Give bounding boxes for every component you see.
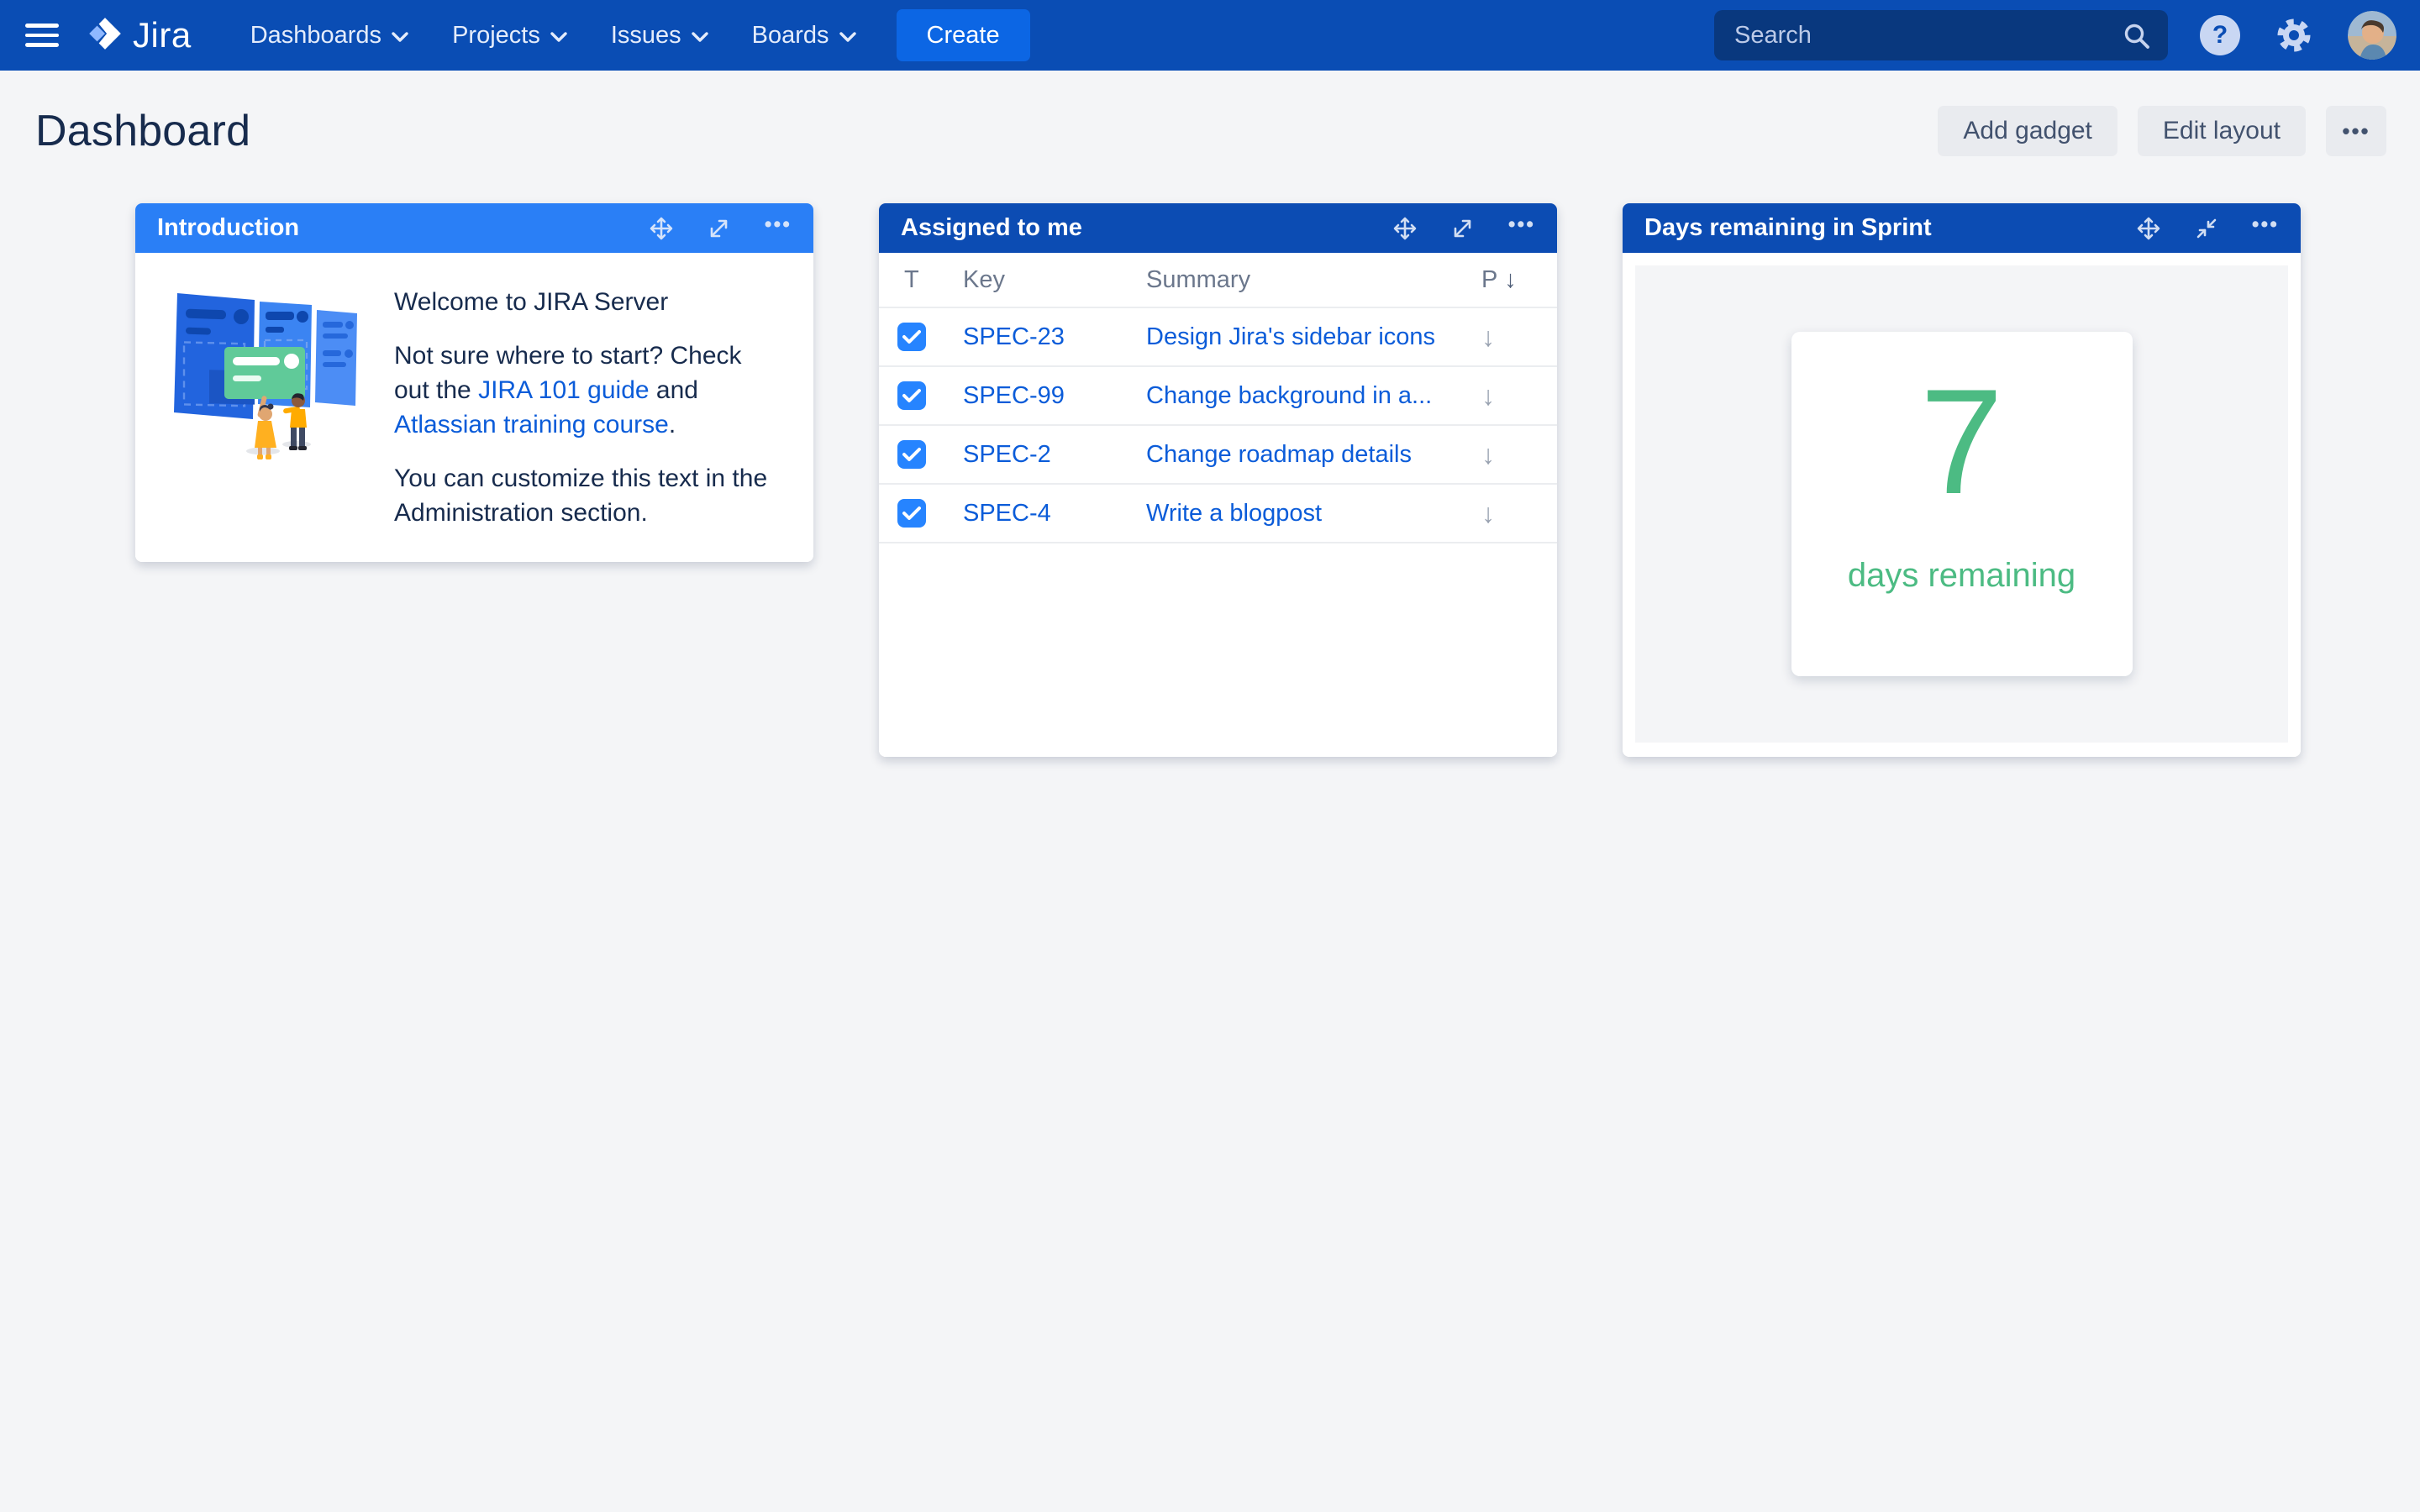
- column-type[interactable]: T: [879, 266, 963, 294]
- gadget-menu-icon[interactable]: •••: [2252, 214, 2279, 239]
- table-row: SPEC-23 Design Jira's sidebar icons ↓: [879, 308, 1557, 367]
- issue-summary-link[interactable]: Write a blogpost: [1146, 500, 1481, 528]
- page-title: Dashboard: [35, 107, 251, 155]
- gadget-days-remaining: Days remaining in Sprint ••• 7 days rema…: [1623, 203, 2301, 757]
- priority-low-icon: ↓: [1481, 438, 1495, 470]
- add-gadget-button[interactable]: Add gadget: [1938, 106, 2118, 156]
- table-row: SPEC-4 Write a blogpost ↓: [879, 485, 1557, 543]
- page-header: Dashboard Add gadget Edit layout •••: [0, 71, 2420, 156]
- move-gadget-icon[interactable]: [2136, 216, 2161, 241]
- chevron-down-icon: [392, 31, 408, 42]
- table-header-row: T Key Summary P ↓: [879, 253, 1557, 308]
- jira-brand[interactable]: Jira: [86, 14, 192, 57]
- chevron-down-icon: [550, 31, 567, 42]
- main-menu: Dashboards Projects Issues Boards: [229, 0, 878, 71]
- gadget-introduction-body: Welcome to JIRA Server Not sure where to…: [135, 253, 813, 562]
- column-summary[interactable]: Summary: [1146, 266, 1481, 294]
- gadget-title: Days remaining in Sprint: [1644, 214, 1932, 241]
- expand-gadget-icon[interactable]: [1451, 217, 1475, 240]
- sort-descending-icon: ↓: [1504, 265, 1517, 293]
- top-navbar: Jira Dashboards Projects Issues Boards C…: [0, 0, 2420, 71]
- issue-checkbox[interactable]: [897, 323, 926, 351]
- gadget-introduction-header: Introduction •••: [135, 203, 813, 253]
- settings-button[interactable]: [2272, 13, 2316, 57]
- issue-checkbox[interactable]: [897, 499, 926, 528]
- introduction-text: Welcome to JIRA Server Not sure where to…: [394, 280, 783, 530]
- gadget-sprint-body: 7 days remaining: [1623, 253, 2301, 757]
- avatar-image: [2348, 11, 2396, 60]
- jira-101-guide-link[interactable]: JIRA 101 guide: [478, 376, 649, 404]
- table-row: SPEC-99 Change background in a... ↓: [879, 367, 1557, 426]
- chevron-down-icon: [691, 31, 708, 42]
- search-input[interactable]: [1714, 10, 2168, 60]
- jira-logo-icon: [86, 14, 124, 57]
- dashboard-page: Dashboard Add gadget Edit layout ••• Int…: [0, 71, 2420, 757]
- table-row: SPEC-2 Change roadmap details ↓: [879, 426, 1557, 485]
- days-remaining-value: 7: [1920, 358, 2003, 525]
- column-priority[interactable]: P ↓: [1481, 266, 1557, 294]
- help-button[interactable]: ?: [2200, 15, 2240, 55]
- collapse-gadget-icon[interactable]: [2195, 217, 2218, 240]
- issue-summary-link[interactable]: Change background in a...: [1146, 382, 1481, 410]
- issue-checkbox[interactable]: [897, 381, 926, 410]
- priority-low-icon: ↓: [1481, 380, 1495, 411]
- move-gadget-icon[interactable]: [1392, 216, 1418, 241]
- nav-item-issues[interactable]: Issues: [589, 0, 730, 71]
- gadget-sprint-header: Days remaining in Sprint •••: [1623, 203, 2301, 253]
- expand-gadget-icon[interactable]: [708, 217, 731, 240]
- sprint-panel: 7 days remaining: [1635, 265, 2288, 743]
- gadget-assigned-header: Assigned to me •••: [879, 203, 1557, 253]
- page-actions: Add gadget Edit layout •••: [1938, 106, 2386, 156]
- search-field: [1714, 10, 2168, 60]
- priority-low-icon: ↓: [1481, 321, 1495, 352]
- days-remaining-label: days remaining: [1847, 557, 2076, 594]
- gadget-introduction: Introduction ••• Welcome to JIRA Server …: [135, 203, 813, 562]
- issue-checkbox[interactable]: [897, 440, 926, 469]
- edit-layout-button[interactable]: Edit layout: [2137, 106, 2306, 156]
- welcome-heading: Welcome to JIRA Server: [394, 288, 669, 316]
- brand-wordmark: Jira: [133, 15, 192, 55]
- customize-paragraph: You can customize this text in the Admin…: [394, 465, 768, 527]
- hamburger-menu-icon[interactable]: [25, 18, 59, 52]
- question-mark-icon: ?: [2200, 15, 2240, 55]
- column-key[interactable]: Key: [963, 266, 1146, 294]
- getting-started-paragraph: Not sure where to start? Check out the J…: [394, 342, 742, 438]
- gear-icon: [2277, 18, 2311, 52]
- more-actions-button[interactable]: •••: [2326, 106, 2386, 156]
- search-icon[interactable]: [2123, 22, 2151, 55]
- gadget-assigned-to-me: Assigned to me ••• T Key Summary P ↓ SPE…: [879, 203, 1557, 757]
- atlassian-training-link[interactable]: Atlassian training course: [394, 411, 669, 438]
- issue-key-link[interactable]: SPEC-99: [963, 382, 1146, 410]
- chevron-down-icon: [839, 31, 856, 42]
- check-icon: [902, 507, 921, 520]
- issue-key-link[interactable]: SPEC-2: [963, 441, 1146, 469]
- gadget-title: Introduction: [157, 214, 300, 241]
- gadget-title: Assigned to me: [901, 214, 1082, 241]
- user-avatar[interactable]: [2348, 11, 2396, 60]
- issue-key-link[interactable]: SPEC-4: [963, 500, 1146, 528]
- issue-summary-link[interactable]: Design Jira's sidebar icons: [1146, 323, 1481, 351]
- create-button[interactable]: Create: [896, 9, 1030, 61]
- nav-item-projects[interactable]: Projects: [430, 0, 589, 71]
- check-icon: [902, 448, 921, 461]
- check-icon: [902, 389, 921, 402]
- check-icon: [902, 330, 921, 344]
- gadgets-row: Introduction ••• Welcome to JIRA Server …: [0, 203, 2420, 757]
- gadget-menu-icon[interactable]: •••: [1508, 214, 1535, 239]
- move-gadget-icon[interactable]: [649, 216, 674, 241]
- days-remaining-card: 7 days remaining: [1791, 332, 2133, 676]
- gadget-menu-icon[interactable]: •••: [765, 214, 792, 239]
- nav-item-boards[interactable]: Boards: [730, 0, 878, 71]
- issue-summary-link[interactable]: Change roadmap details: [1146, 441, 1481, 469]
- priority-low-icon: ↓: [1481, 497, 1495, 528]
- boards-illustration: [171, 280, 360, 530]
- nav-item-dashboards[interactable]: Dashboards: [229, 0, 430, 71]
- assigned-issues-table: T Key Summary P ↓ SPEC-23 Design Jira's s…: [879, 253, 1557, 757]
- issue-key-link[interactable]: SPEC-23: [963, 323, 1146, 351]
